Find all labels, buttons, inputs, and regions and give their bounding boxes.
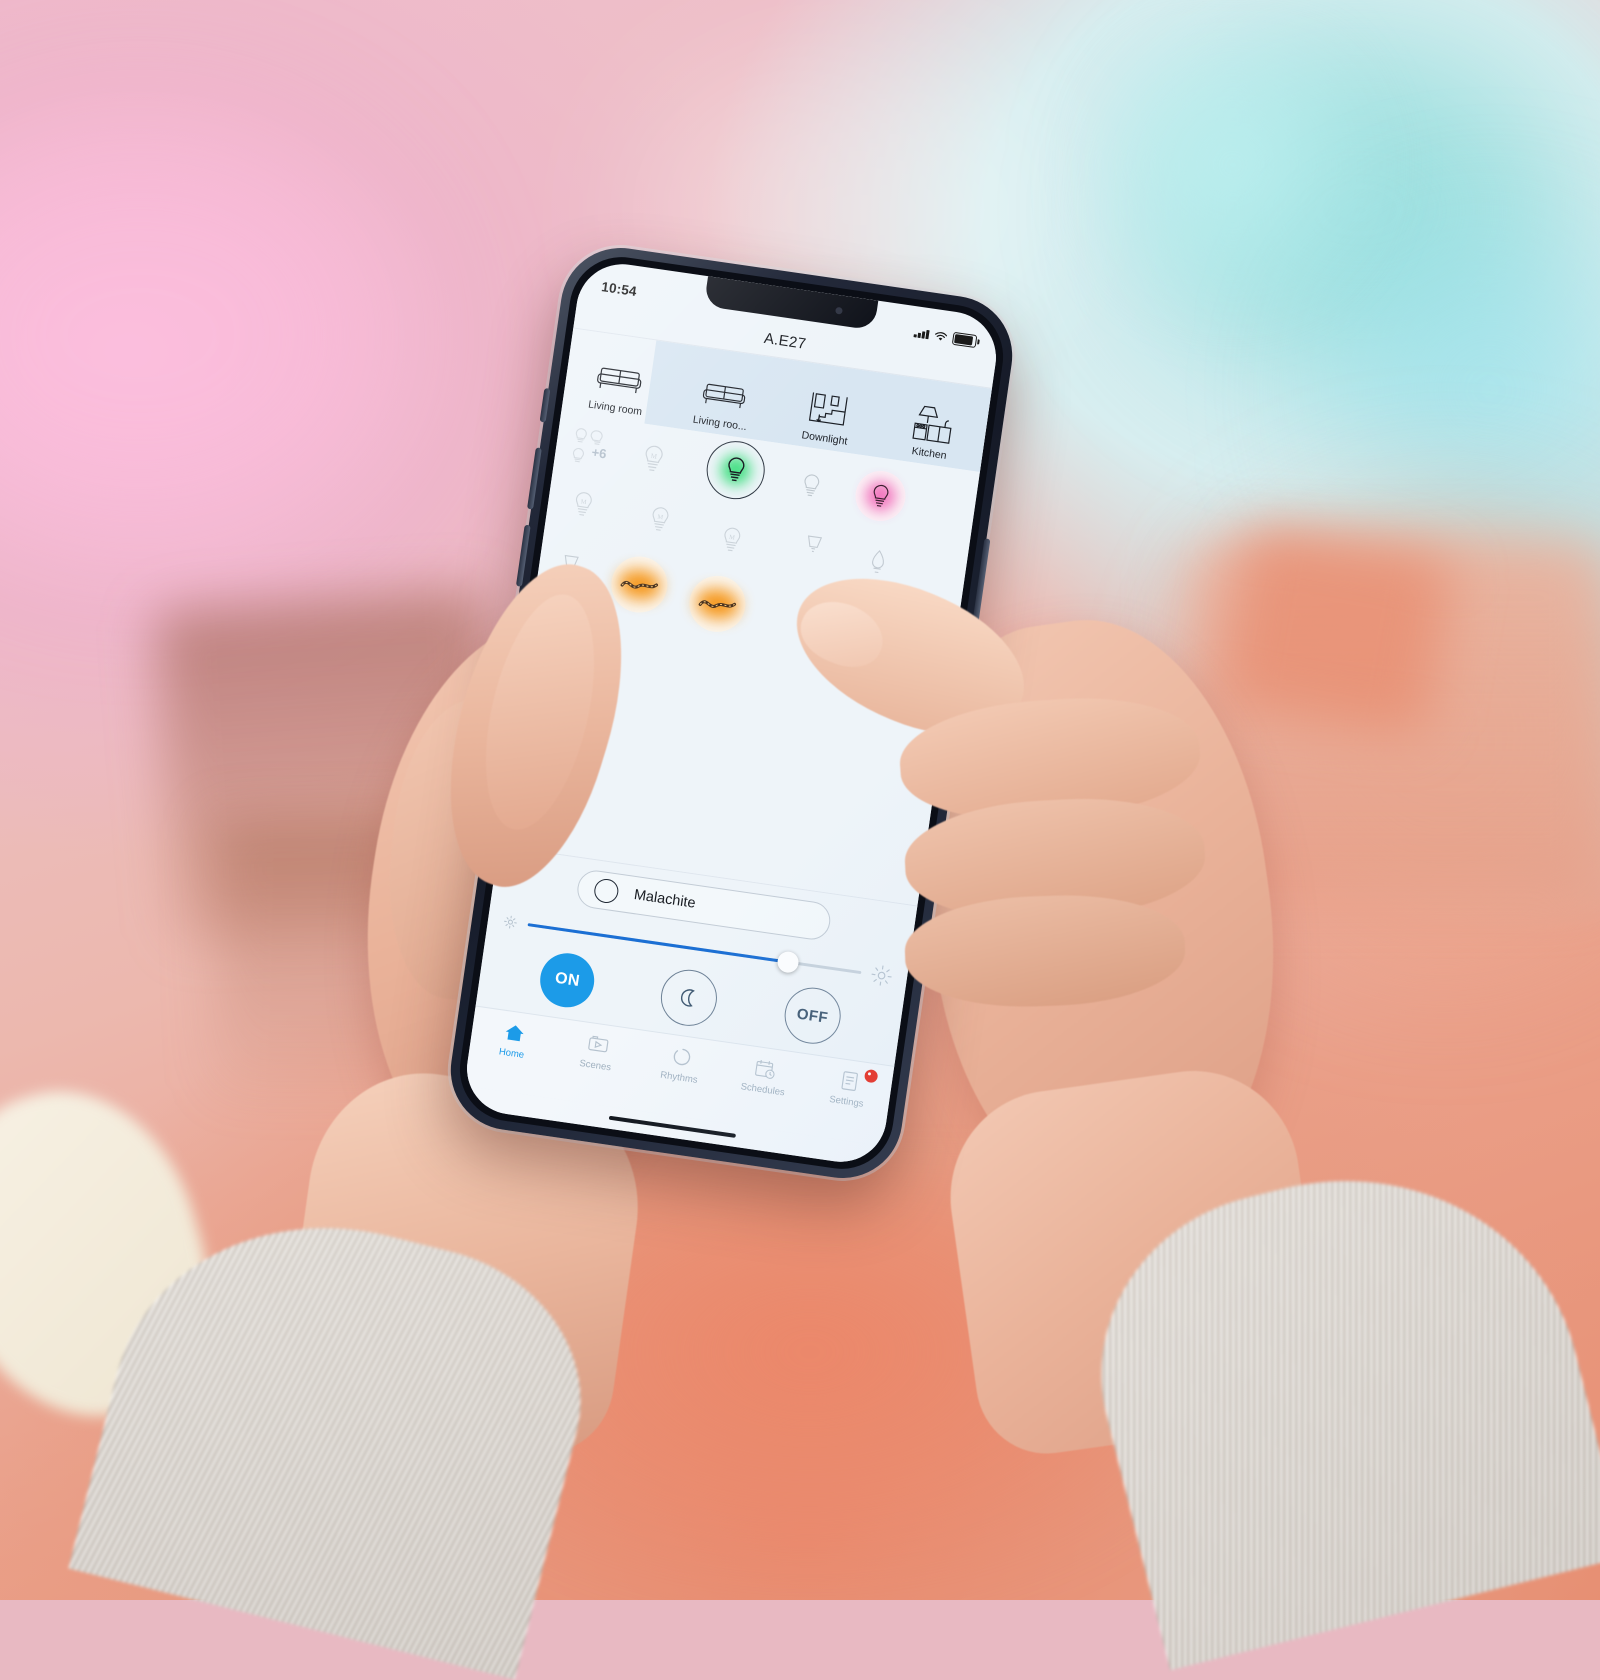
brightness-low-icon [504,915,517,929]
svg-text:M: M [650,452,658,461]
floorplan-icon [806,386,852,433]
right-wrist [936,1057,1334,1463]
sofa-icon [594,356,646,404]
bulb-item[interactable] [782,457,841,516]
tab-schedules[interactable]: Schedules [720,1051,809,1102]
signal-bars-icon [913,328,930,340]
room-tab-kitchen[interactable]: Kitchen [875,374,992,472]
bulb-item[interactable] [542,537,599,594]
settings-badge [862,1067,880,1085]
bulb-item[interactable]: M [553,474,614,535]
tab-label: Scenes [578,1057,612,1074]
room-tab-downlight[interactable]: Downlight [771,359,888,457]
schedules-icon [753,1055,778,1082]
bulb-item[interactable] [849,464,912,527]
scenes-icon [586,1031,611,1058]
scene-name: Malachite [632,887,697,912]
bulb-grid: +6 M M M M [498,411,980,906]
color-ring-icon [584,869,628,913]
off-button[interactable]: OFF [780,983,845,1048]
status-time: 10:54 [600,279,638,300]
bulb-overflow-stack[interactable]: +6 [563,417,628,477]
sofa-icon [699,371,749,419]
bulb-overflow-count: +6 [590,444,608,462]
battery-icon [951,331,978,349]
tab-settings[interactable]: Settings [804,1063,893,1114]
tab-label: Rhythms [659,1069,699,1086]
svg-text:M: M [729,534,736,542]
tab-label: Schedules [739,1081,786,1099]
bulb-item[interactable]: M [622,428,685,491]
lightstrip-item[interactable] [683,570,751,638]
bulb-item-selected[interactable] [698,433,773,508]
bulb-item[interactable]: M [629,489,690,550]
home-icon [502,1019,526,1046]
brightness-high-icon [871,965,892,986]
on-button[interactable]: ON [536,949,598,1011]
rhythms-icon [671,1043,693,1069]
bulb-item[interactable] [785,518,842,575]
wifi-icon [935,332,948,341]
blurred-cushion [1215,523,1455,737]
tab-scenes[interactable]: Scenes [553,1026,642,1077]
tab-label: Settings [828,1093,865,1110]
kitchen-icon [910,401,958,449]
blurred-lamp [1080,30,1420,330]
bulb-item[interactable] [850,535,907,592]
room-tab-living-room-2[interactable]: Living roo... [666,344,783,442]
room-tab-living-room[interactable]: Living room [561,328,678,426]
tab-label: Home [498,1046,525,1061]
room-tab-label: Kitchen [910,445,948,462]
lightstrip-item[interactable] [605,551,673,619]
moon-icon [681,989,696,1007]
night-mode-button[interactable] [657,966,722,1030]
svg-text:M: M [657,514,664,522]
settings-icon [838,1067,861,1094]
tab-home[interactable]: Home [469,1014,558,1065]
svg-text:M: M [580,498,587,506]
page-title: A.E27 [762,329,808,353]
bulb-item[interactable]: M [701,510,762,571]
tab-rhythms[interactable]: Rhythms [636,1039,725,1090]
